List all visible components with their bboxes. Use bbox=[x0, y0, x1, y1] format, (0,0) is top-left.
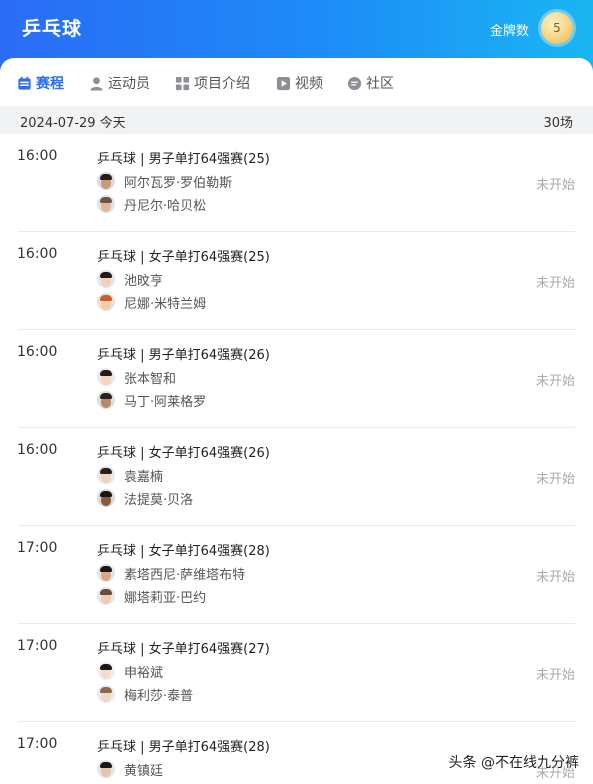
player-entry: 法提莫·贝洛 bbox=[97, 488, 193, 508]
player-name: 黄镇廷 bbox=[124, 763, 164, 779]
player-avatar-icon bbox=[97, 391, 115, 409]
match-event: 乒乓球 | 女子单打64强赛(26) bbox=[97, 446, 270, 461]
player-name: 袁嘉楠 bbox=[124, 469, 164, 485]
match-event: 乒乓球 | 男子单打64强赛(26) bbox=[97, 348, 270, 363]
match-time: 17:00 bbox=[17, 540, 58, 556]
watermark: 头条 @不在线九分裤 bbox=[448, 755, 579, 771]
match-status: 未开始 bbox=[535, 570, 575, 585]
player-entry: 丹尼尔·哈贝松 bbox=[97, 194, 206, 214]
tab-label: 视频 bbox=[295, 76, 323, 92]
player-avatar-icon bbox=[97, 662, 115, 680]
tab-athletes[interactable]: 运动员 bbox=[89, 73, 150, 93]
chat-icon bbox=[347, 76, 362, 90]
match-time: 17:00 bbox=[17, 736, 58, 752]
match-row[interactable]: 17:00 乒乓球 | 女子单打64强赛(27) 申裕斌 梅利莎·泰普 未开始 bbox=[0, 624, 593, 722]
player-entry: 申裕斌 bbox=[97, 661, 163, 681]
match-event: 乒乓球 | 女子单打64强赛(28) bbox=[97, 544, 270, 559]
medal-count-label[interactable]: 金牌数 bbox=[490, 20, 529, 39]
match-row[interactable]: 16:00 乒乓球 | 女子单打64强赛(25) 池旼亨 尼娜·米特兰姆 未开始 bbox=[0, 232, 593, 330]
player-entry: 黄镇廷 bbox=[97, 759, 163, 779]
match-list: 16:00 乒乓球 | 男子单打64强赛(25) 阿尔瓦罗·罗伯勒斯 丹尼尔·哈… bbox=[0, 134, 593, 784]
player-avatar-icon bbox=[97, 564, 115, 582]
tab-bar: 赛程 运动员 项目介绍 视频 社区 bbox=[0, 58, 593, 106]
player-entry: 张本智和 bbox=[97, 367, 176, 387]
player-entry: 阿尔瓦罗·罗伯勒斯 bbox=[97, 171, 232, 191]
tab-videos[interactable]: 视频 bbox=[276, 73, 323, 93]
player-entry: 尼娜·米特兰姆 bbox=[97, 292, 206, 312]
match-row[interactable]: 17:00 乒乓球 | 女子单打64强赛(28) 素塔西尼·萨维塔布特 娜塔莉亚… bbox=[0, 526, 593, 624]
match-event: 乒乓球 | 女子单打64强赛(27) bbox=[97, 642, 270, 657]
player-name: 娜塔莉亚·巴约 bbox=[124, 590, 207, 606]
player-avatar-icon bbox=[97, 760, 115, 778]
tab-label: 赛程 bbox=[36, 76, 64, 92]
date-bar: 2024-07-29 今天 30场 bbox=[0, 106, 593, 134]
match-time: 16:00 bbox=[17, 246, 58, 262]
player-name: 尼娜·米特兰姆 bbox=[124, 296, 207, 312]
match-status: 未开始 bbox=[535, 374, 575, 389]
match-status: 未开始 bbox=[535, 276, 575, 291]
player-avatar-icon bbox=[97, 293, 115, 311]
player-entry: 池旼亨 bbox=[97, 269, 163, 289]
player-avatar-icon bbox=[97, 489, 115, 507]
player-name: 法提莫·贝洛 bbox=[124, 492, 194, 508]
player-entry: 素塔西尼·萨维塔布特 bbox=[97, 563, 245, 583]
person-icon bbox=[90, 76, 103, 91]
match-time: 16:00 bbox=[17, 148, 58, 164]
player-name: 素塔西尼·萨维塔布特 bbox=[124, 567, 246, 583]
calendar-icon bbox=[18, 76, 31, 90]
player-avatar-icon bbox=[97, 270, 115, 288]
tab-community[interactable]: 社区 bbox=[347, 73, 394, 93]
player-entry: 梅利莎·泰普 bbox=[97, 684, 193, 704]
player-name: 丹尼尔·哈贝松 bbox=[124, 198, 207, 214]
match-time: 16:00 bbox=[17, 344, 58, 360]
match-row[interactable]: 16:00 乒乓球 | 女子单打64强赛(26) 袁嘉楠 法提莫·贝洛 未开始 bbox=[0, 428, 593, 526]
gold-medal-icon[interactable]: 5 bbox=[541, 12, 573, 44]
match-time: 17:00 bbox=[17, 638, 58, 654]
match-event: 乒乓球 | 女子单打64强赛(25) bbox=[97, 250, 270, 265]
player-name: 张本智和 bbox=[124, 371, 177, 387]
match-status: 未开始 bbox=[535, 668, 575, 683]
page-title: 乒乓球 bbox=[22, 18, 83, 40]
match-status: 未开始 bbox=[535, 178, 575, 193]
match-row[interactable]: 16:00 乒乓球 | 男子单打64强赛(26) 张本智和 马丁·阿莱格罗 未开… bbox=[0, 330, 593, 428]
schedule-date[interactable]: 2024-07-29 今天 bbox=[20, 112, 126, 131]
tab-label: 项目介绍 bbox=[194, 76, 250, 92]
player-entry: 娜塔莉亚·巴约 bbox=[97, 586, 206, 606]
match-event: 乒乓球 | 男子单打64强赛(28) bbox=[97, 740, 270, 755]
match-time: 16:00 bbox=[17, 442, 58, 458]
player-avatar-icon bbox=[97, 172, 115, 190]
player-avatar-icon bbox=[97, 368, 115, 386]
tab-schedule[interactable]: 赛程 bbox=[17, 73, 64, 93]
match-count: 30场 bbox=[543, 116, 573, 131]
match-event: 乒乓球 | 男子单打64强赛(25) bbox=[97, 152, 270, 167]
play-icon bbox=[276, 76, 291, 90]
player-entry: 袁嘉楠 bbox=[97, 465, 163, 485]
player-avatar-icon bbox=[97, 195, 115, 213]
player-avatar-icon bbox=[97, 587, 115, 605]
player-name: 阿尔瓦罗·罗伯勒斯 bbox=[124, 175, 233, 191]
player-name: 申裕斌 bbox=[124, 665, 164, 681]
player-name: 池旼亨 bbox=[124, 273, 164, 289]
player-name: 梅利莎·泰普 bbox=[124, 688, 194, 704]
tab-event-intro[interactable]: 项目介绍 bbox=[175, 73, 250, 93]
player-entry: 马丁·阿莱格罗 bbox=[97, 390, 206, 410]
grid-icon bbox=[175, 76, 190, 90]
player-avatar-icon bbox=[97, 466, 115, 484]
player-name: 马丁·阿莱格罗 bbox=[124, 394, 207, 410]
match-status: 未开始 bbox=[535, 472, 575, 487]
tab-label: 社区 bbox=[366, 76, 394, 92]
match-row[interactable]: 16:00 乒乓球 | 男子单打64强赛(25) 阿尔瓦罗·罗伯勒斯 丹尼尔·哈… bbox=[0, 134, 593, 232]
tab-label: 运动员 bbox=[108, 76, 150, 92]
player-avatar-icon bbox=[97, 685, 115, 703]
